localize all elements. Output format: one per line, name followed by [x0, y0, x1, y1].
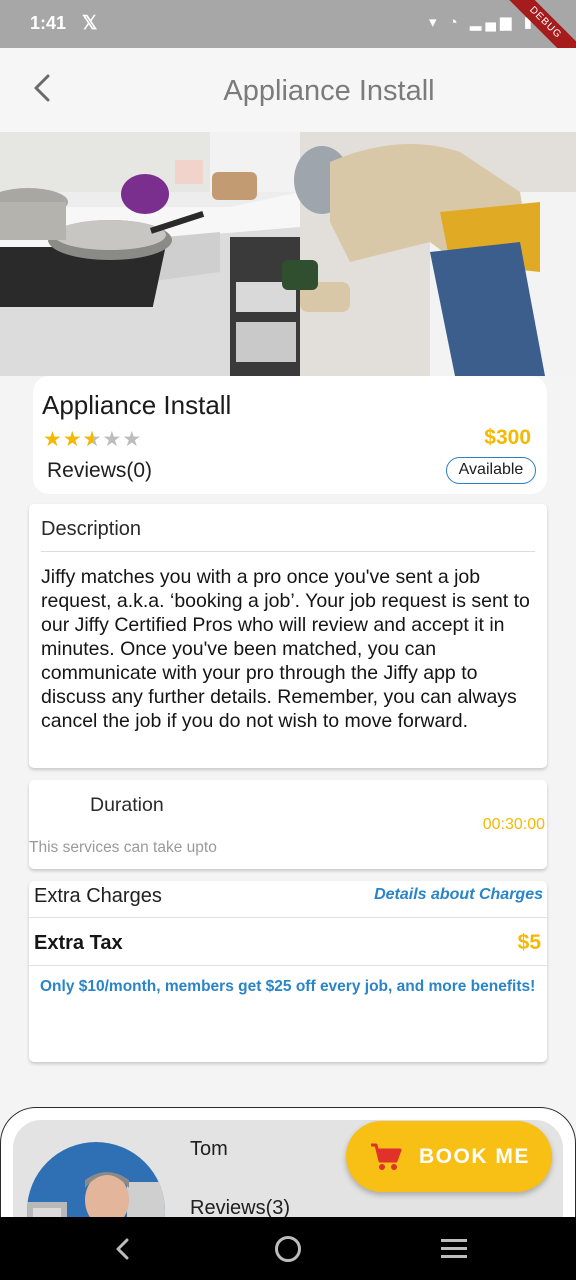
- appliance-install-photo: [0, 132, 576, 376]
- extra-charges-heading: Extra Charges: [34, 885, 162, 907]
- star-outline-icon: ★: [102, 428, 123, 451]
- pro-name: Tom: [190, 1138, 228, 1160]
- avatar: [27, 1142, 165, 1227]
- reviews-count[interactable]: Reviews(0): [47, 459, 152, 483]
- service-summary-card: Appliance Install ★★★★★ $300 Reviews(0) …: [33, 376, 547, 494]
- service-title: Appliance Install: [42, 390, 232, 420]
- system-nav-bar: [0, 1217, 576, 1280]
- description-heading: Description: [41, 518, 142, 540]
- extra-charges-card: Extra Charges Details about Charges Extr…: [29, 881, 547, 1062]
- cart-icon: [371, 1143, 402, 1170]
- hero-image: [0, 132, 576, 376]
- book-me-label: BOOK ME: [419, 1145, 530, 1168]
- divider: [41, 551, 535, 552]
- description-text: Jiffy matches you with a pro once you've…: [41, 566, 530, 732]
- description-card: Description Jiffy matches you with a pro…: [29, 504, 547, 768]
- charges-details-link[interactable]: Details about Charges: [374, 886, 543, 904]
- status-time: 1:41: [30, 13, 67, 33]
- service-price: $300: [484, 426, 531, 449]
- book-me-button[interactable]: BOOK ME: [346, 1121, 552, 1192]
- availability-badge: Available: [446, 457, 536, 484]
- star-icon: ★: [43, 428, 63, 451]
- extra-tax-value: $5: [517, 931, 541, 954]
- nav-home-icon[interactable]: [275, 1236, 301, 1262]
- nav-recents-icon[interactable]: [441, 1238, 467, 1260]
- star-icon: ★: [62, 428, 83, 451]
- divider: [29, 965, 547, 966]
- system-status-icons: ▾ ◔ ▂▄▆ ▮: [428, 14, 536, 31]
- divider: [29, 917, 547, 918]
- duration-note: This services can take upto: [29, 839, 217, 856]
- star-outline-icon: ★: [122, 428, 143, 451]
- app-bar: Appliance Install: [0, 48, 576, 132]
- duration-heading: Duration: [90, 794, 164, 816]
- half-star-icon: ★: [83, 427, 103, 452]
- extra-tax-label: Extra Tax: [34, 932, 123, 954]
- page-title: Appliance Install: [223, 75, 435, 107]
- x-app-icon: 𝕏: [82, 13, 98, 34]
- rating-stars: ★★★ ★★: [43, 427, 142, 452]
- duration-value: 00:30:00: [482, 816, 545, 833]
- status-bar: 1:41 𝕏 ▾ ◔ ▂▄▆ ▮ DEBUG: [0, 0, 576, 76]
- membership-promo-link[interactable]: Only $10/month, members get $25 off ever…: [40, 978, 535, 996]
- duration-card: Duration 00:30:00 This services can take…: [29, 780, 547, 869]
- pro-avatar[interactable]: [27, 1142, 165, 1227]
- nav-back-icon[interactable]: [112, 1237, 134, 1261]
